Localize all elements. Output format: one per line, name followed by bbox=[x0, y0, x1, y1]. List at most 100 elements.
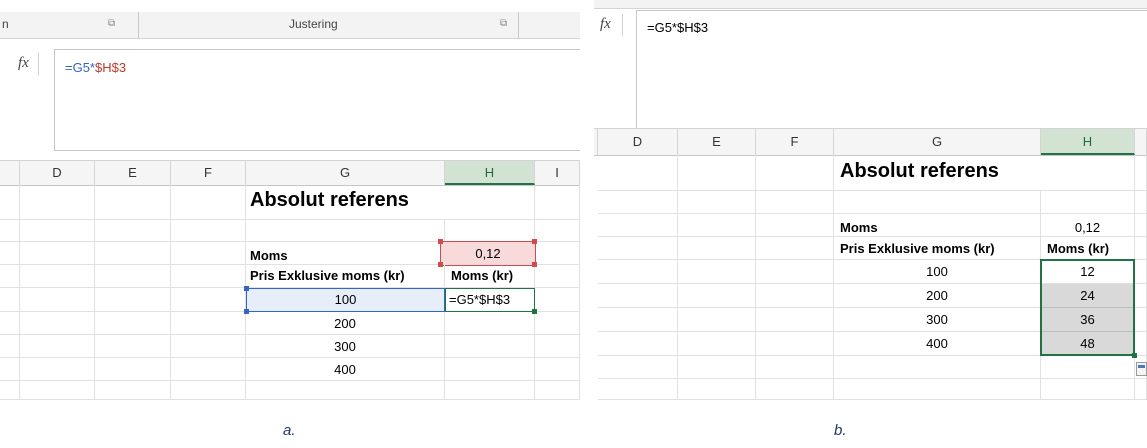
cell[interactable] bbox=[0, 185, 20, 220]
cell[interactable] bbox=[756, 284, 834, 308]
cell[interactable] bbox=[678, 155, 756, 191]
column-header-g[interactable]: G bbox=[834, 129, 1041, 155]
cell[interactable] bbox=[20, 381, 95, 400]
cell[interactable] bbox=[535, 312, 580, 335]
fill-handle[interactable] bbox=[532, 309, 537, 314]
cell[interactable] bbox=[678, 379, 756, 400]
cell[interactable] bbox=[535, 288, 580, 312]
moms-header-cell[interactable]: Moms (kr) bbox=[1041, 237, 1135, 260]
cell[interactable] bbox=[598, 214, 678, 237]
range-handle[interactable] bbox=[532, 239, 537, 244]
alignment-launcher-icon[interactable]: ⧉ bbox=[500, 18, 507, 29]
price-cell[interactable]: 300 bbox=[834, 308, 1041, 332]
range-handle[interactable] bbox=[532, 262, 537, 267]
cell[interactable] bbox=[246, 381, 445, 400]
cell[interactable] bbox=[535, 358, 580, 381]
range-handle[interactable] bbox=[438, 262, 443, 267]
column-header-f[interactable]: F bbox=[171, 161, 246, 185]
cell[interactable] bbox=[598, 191, 678, 214]
cell[interactable] bbox=[598, 308, 678, 332]
cell[interactable] bbox=[535, 335, 580, 358]
cell[interactable] bbox=[171, 381, 246, 400]
cell[interactable] bbox=[678, 332, 756, 356]
cell[interactable] bbox=[678, 308, 756, 332]
cell[interactable] bbox=[171, 358, 246, 381]
cell[interactable] bbox=[20, 220, 95, 242]
cell[interactable] bbox=[20, 312, 95, 335]
cell[interactable] bbox=[1135, 191, 1147, 214]
cell[interactable] bbox=[535, 185, 580, 220]
cell[interactable] bbox=[1135, 308, 1147, 332]
cell[interactable] bbox=[445, 220, 535, 242]
cell[interactable] bbox=[678, 356, 756, 379]
cell[interactable] bbox=[598, 155, 678, 191]
cell[interactable] bbox=[171, 220, 246, 242]
cell[interactable] bbox=[445, 358, 535, 381]
active-cell-editing[interactable]: =G5*$H$3 bbox=[445, 288, 535, 312]
moms-header-cell[interactable]: Moms (kr) bbox=[445, 265, 535, 288]
cell[interactable] bbox=[95, 358, 171, 381]
cell[interactable] bbox=[598, 379, 678, 400]
cell[interactable] bbox=[445, 381, 535, 400]
cell[interactable] bbox=[756, 379, 834, 400]
cell[interactable] bbox=[171, 242, 246, 265]
cell[interactable] bbox=[598, 284, 678, 308]
cell[interactable] bbox=[1041, 155, 1135, 191]
moms-rate-cell[interactable]: 0,12 bbox=[1041, 214, 1135, 237]
column-header-i[interactable]: I bbox=[535, 161, 580, 185]
cell[interactable] bbox=[834, 191, 1041, 214]
cell[interactable] bbox=[1135, 260, 1147, 284]
cell[interactable] bbox=[678, 214, 756, 237]
moms-label-cell[interactable]: Moms bbox=[834, 214, 1041, 237]
cell[interactable] bbox=[95, 288, 171, 312]
cell[interactable] bbox=[598, 237, 678, 260]
column-header-g[interactable]: G bbox=[246, 161, 445, 185]
column-header-e[interactable]: E bbox=[678, 129, 756, 155]
price-cell[interactable]: 400 bbox=[246, 358, 445, 381]
autofill-options-button[interactable] bbox=[1136, 362, 1147, 376]
cell[interactable] bbox=[756, 191, 834, 214]
dialog-launcher-icon[interactable]: ⧉ bbox=[108, 18, 115, 29]
cell[interactable] bbox=[756, 332, 834, 356]
column-header-next[interactable] bbox=[1135, 129, 1147, 155]
cell[interactable] bbox=[20, 185, 95, 220]
cell[interactable] bbox=[1135, 214, 1147, 237]
cell[interactable] bbox=[246, 220, 445, 242]
column-header-f[interactable]: F bbox=[756, 129, 834, 155]
cell[interactable] bbox=[535, 265, 580, 288]
cell[interactable] bbox=[756, 237, 834, 260]
cell[interactable] bbox=[1135, 284, 1147, 308]
cell[interactable] bbox=[1135, 237, 1147, 260]
cell[interactable] bbox=[834, 379, 1041, 400]
cell[interactable] bbox=[20, 242, 95, 265]
cell[interactable] bbox=[0, 288, 20, 312]
moms-label-cell[interactable]: Moms bbox=[246, 242, 445, 265]
moms-rate-cell-highlight[interactable]: 0,12 bbox=[440, 241, 536, 266]
range-handle[interactable] bbox=[244, 286, 249, 291]
column-header-h[interactable]: H bbox=[1041, 129, 1135, 155]
formula-input[interactable]: =G5*$H$3 bbox=[636, 10, 1147, 145]
cell[interactable] bbox=[756, 214, 834, 237]
cell[interactable] bbox=[0, 312, 20, 335]
cell[interactable] bbox=[20, 358, 95, 381]
cell[interactable] bbox=[678, 284, 756, 308]
price-cell[interactable]: 200 bbox=[246, 312, 445, 335]
cell[interactable] bbox=[1135, 155, 1147, 191]
cell[interactable] bbox=[95, 220, 171, 242]
cell[interactable] bbox=[1041, 379, 1135, 400]
cell[interactable] bbox=[445, 185, 535, 220]
price-cell[interactable]: 200 bbox=[834, 284, 1041, 308]
cell[interactable] bbox=[0, 381, 20, 400]
cell[interactable] bbox=[171, 185, 246, 220]
cell[interactable] bbox=[598, 356, 678, 379]
range-handle[interactable] bbox=[438, 239, 443, 244]
price-cell-referenced[interactable]: 100 bbox=[246, 288, 445, 312]
price-cell[interactable]: 300 bbox=[246, 335, 445, 358]
column-header-h[interactable]: H bbox=[445, 161, 535, 185]
cell[interactable] bbox=[0, 358, 20, 381]
cell[interactable] bbox=[95, 265, 171, 288]
column-header-e[interactable]: E bbox=[95, 161, 171, 185]
cell[interactable] bbox=[445, 312, 535, 335]
price-cell[interactable]: 400 bbox=[834, 332, 1041, 356]
fx-button[interactable]: fx bbox=[594, 14, 623, 36]
